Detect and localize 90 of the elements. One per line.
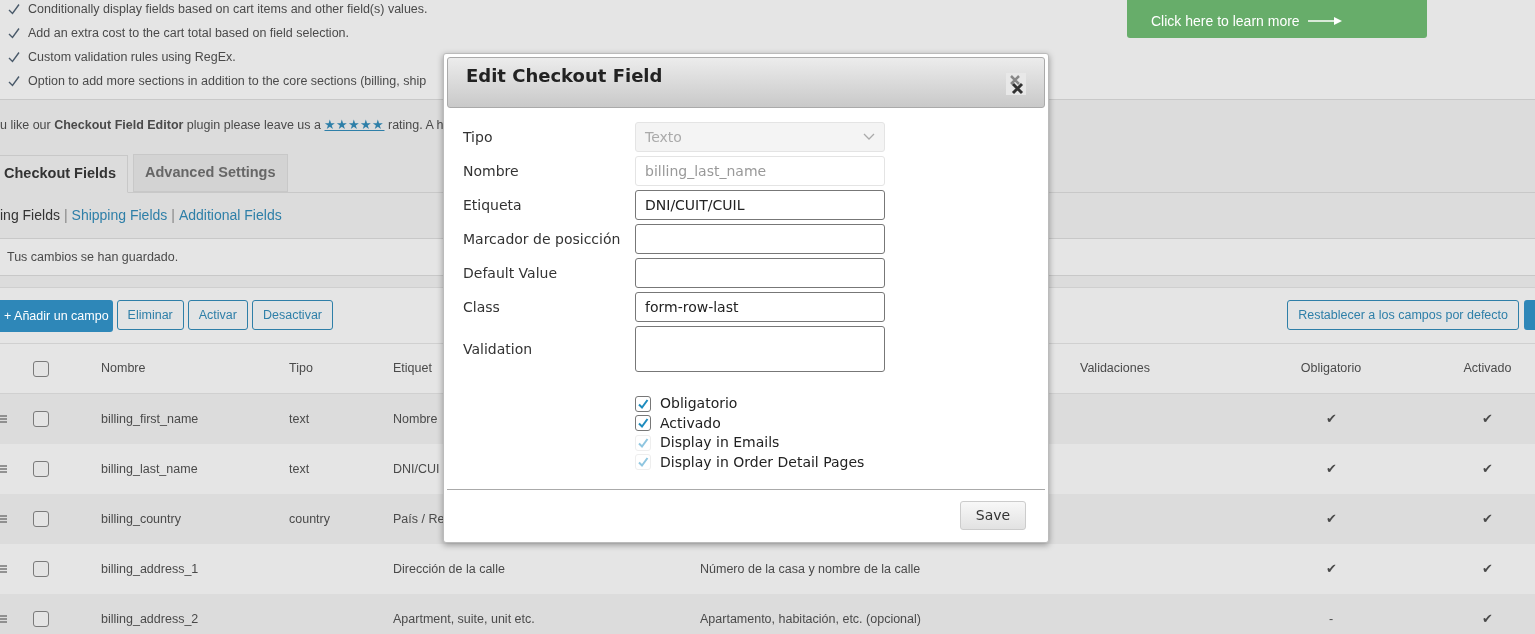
table-cell-text: billing_address_2	[101, 610, 199, 628]
field-label: Etiqueta	[463, 196, 523, 214]
table-cell-text: billing_first_name	[101, 410, 199, 428]
tab[interactable]: Checkout Fields	[0, 155, 128, 193]
field-label: Tipo	[463, 128, 494, 146]
drag-handle-icon[interactable]	[0, 515, 7, 523]
toolbar-button[interactable]: Desactivar	[251, 300, 333, 330]
dialog-title: Edit Checkout Field	[466, 64, 663, 88]
close-button[interactable]	[1006, 73, 1026, 95]
feature-text: Custom validation rules using RegEx.	[28, 48, 236, 66]
table-cell-text: ✔	[1325, 510, 1337, 528]
option-label: Display in Emails	[660, 433, 780, 453]
checkbox[interactable]	[635, 395, 651, 412]
feature-text: Conditionally display fields based on cart items and other field(s) values.	[28, 0, 428, 18]
tab[interactable]: Advanced Settings	[133, 154, 288, 192]
table-cell-text: country	[289, 510, 330, 528]
field-label: Class	[463, 298, 501, 316]
table-cell-text: -	[1328, 610, 1334, 628]
column-header: Tipo	[289, 360, 314, 378]
column-header: Validaciones	[1080, 360, 1151, 378]
column-header: Nombre	[101, 360, 147, 378]
checkbox[interactable]	[33, 511, 49, 527]
table-cell-text: billing_country	[101, 510, 181, 528]
table-cell-text: Nombre	[393, 410, 438, 428]
saved-notice: Tus cambios se han guardado.	[7, 248, 179, 266]
check-icon	[8, 75, 20, 87]
table-cell-text: ✔	[1482, 510, 1493, 528]
drag-handle-icon[interactable]	[0, 565, 7, 573]
checkbox[interactable]	[635, 415, 651, 432]
text-field[interactable]	[635, 224, 885, 254]
section-link[interactable]: ing Fields	[0, 205, 60, 226]
toolbar-button[interactable]: Eliminar	[116, 300, 184, 330]
checkbox[interactable]	[33, 561, 49, 577]
table-cell-text: Número de la casa y nombre de la calle	[700, 560, 921, 578]
checkbox[interactable]	[33, 411, 49, 427]
field-label: Nombre	[463, 162, 520, 180]
check-icon	[8, 3, 20, 15]
table-cell-text: text	[289, 410, 310, 428]
rating-stars-link[interactable]: ★★★★★	[324, 118, 385, 132]
checkbox[interactable]	[33, 461, 49, 477]
table-cell-text: ✔	[1325, 460, 1337, 478]
feature-text: Add an extra cost to the cart total based on field selection.	[28, 24, 350, 42]
table-cell-text: ✔	[1482, 610, 1493, 628]
column-header: Etiquet	[393, 360, 433, 378]
checkbox[interactable]	[33, 611, 49, 627]
drag-handle-icon[interactable]	[0, 465, 7, 473]
table-cell-text: DNI/CUI	[393, 460, 440, 478]
checkbox[interactable]	[33, 360, 49, 377]
column-header: Obligatorio	[1300, 360, 1362, 378]
table-cell-text: ✔	[1482, 560, 1493, 578]
table-cell-text: Dirección de la calle	[393, 560, 505, 578]
text-field[interactable]: form-row-last	[635, 292, 885, 322]
section-link[interactable]: Additional Fields	[178, 205, 282, 226]
table-cell-text: Apartamento, habitación, etc. (opcional)	[700, 610, 921, 628]
rating-text: u like our Checkout Field Editor plugin please leave us a ★★★★★ rating. A h	[0, 118, 444, 132]
separator: |	[62, 206, 69, 225]
table-cell-text: ✔	[1482, 410, 1493, 428]
text-field[interactable]	[635, 258, 885, 288]
field-label: Default Value	[463, 264, 559, 282]
table-cell-text: ✔	[1482, 460, 1493, 478]
option-label: Obligatorio	[660, 394, 738, 414]
add-field-button[interactable]: + Añadir un campo	[0, 300, 113, 332]
check-icon	[8, 27, 20, 39]
feature-text: Option to add more sections in addition to the core sections (billing, ship	[28, 72, 427, 90]
upgrade-banner[interactable]: Click here to learn more	[1127, 0, 1427, 38]
table-cell-text: País / Re	[393, 510, 445, 528]
toolbar-button[interactable]: Activar	[187, 300, 248, 330]
drag-handle-icon[interactable]	[0, 415, 7, 423]
banner-subtitle: Click here to learn more	[1151, 12, 1300, 30]
table-cell-text: billing_last_name	[101, 460, 198, 478]
text-field[interactable]: DNI/CUIT/CUIL	[635, 190, 885, 220]
field-label: Marcador de posicción	[463, 230, 622, 248]
column-header: Activado	[1463, 360, 1512, 378]
field-label: Validation	[463, 340, 534, 358]
separator: |	[170, 206, 176, 225]
section-link[interactable]: Shipping Fields	[71, 205, 168, 226]
table-cell-text: text	[289, 460, 310, 478]
check-icon	[8, 51, 20, 63]
table-cell-text: billing_address_1	[101, 560, 199, 578]
table-cell-text: Apartment, suite, unit etc.	[393, 610, 535, 628]
chevron-down-icon	[863, 133, 875, 141]
save-button[interactable]: Save	[960, 501, 1026, 530]
drag-handle-icon[interactable]	[0, 615, 7, 623]
reset-button[interactable]: Restablecer a los campos por defecto	[1287, 300, 1519, 330]
table-cell-text: ✔	[1325, 410, 1337, 428]
arrow-icon	[1307, 17, 1342, 25]
option-label: Display in Order Detail Pages	[660, 452, 865, 472]
validation-field[interactable]	[635, 326, 885, 372]
table-cell-text: ✔	[1325, 560, 1337, 578]
option-label: Activado	[660, 413, 721, 433]
